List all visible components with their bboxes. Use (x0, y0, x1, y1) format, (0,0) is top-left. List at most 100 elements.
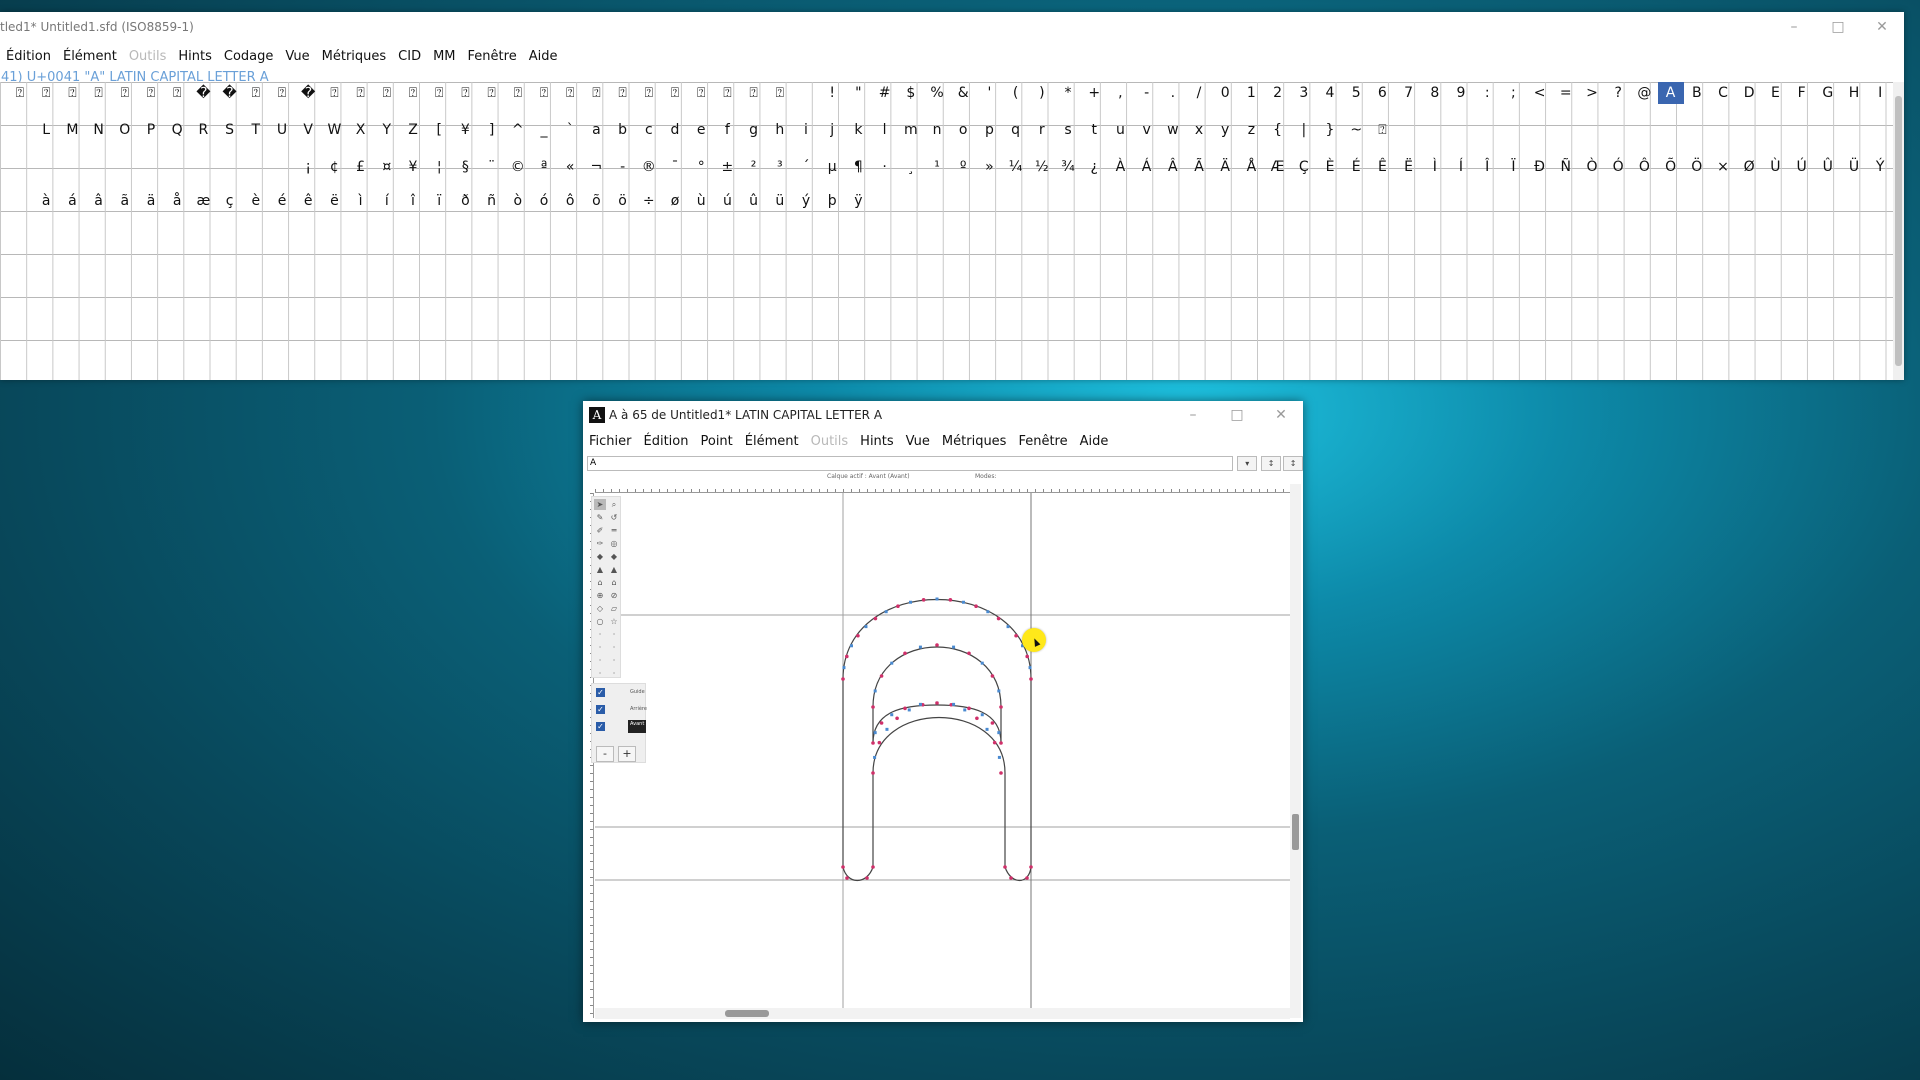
off-curve-point[interactable] (885, 727, 889, 731)
layer-checkbox[interactable]: ✓ (596, 722, 605, 731)
off-curve-point[interactable] (963, 708, 967, 712)
glyph-cell[interactable]: , (1107, 82, 1133, 104)
glyph-cell[interactable]: º (950, 156, 976, 178)
glyph-cell[interactable]: ¯ (662, 156, 688, 178)
glyph-cell[interactable]: Y (374, 119, 400, 141)
scrollbar-thumb[interactable] (1292, 814, 1299, 850)
on-curve-point[interactable] (1029, 865, 1033, 869)
layer-checkbox[interactable]: ✓ (596, 688, 605, 697)
glyph-cell[interactable]: ¬ (583, 156, 609, 178)
glyph-cell[interactable]: Ë (1396, 156, 1422, 178)
on-curve-point[interactable] (871, 771, 875, 775)
glyph-cell[interactable]: Ç (1291, 156, 1317, 178)
on-curve-point[interactable] (903, 651, 907, 656)
glyph-cell[interactable]: ⍰ (348, 82, 374, 104)
glyph-cell[interactable]: 1 (1238, 82, 1264, 104)
off-curve-point[interactable] (918, 645, 922, 649)
glyph-cell[interactable]: u (1107, 119, 1133, 141)
on-curve-point[interactable] (967, 651, 971, 656)
glyph-canvas[interactable] (595, 493, 1290, 1013)
glyph-cell[interactable]: ý (793, 190, 819, 212)
glyph-cell[interactable]: h (767, 119, 793, 141)
on-curve-point[interactable] (871, 741, 875, 745)
fv-menu-9[interactable]: Fenêtre (462, 49, 523, 64)
glyph-cell[interactable]: ¦ (426, 156, 452, 178)
glyph-cell[interactable]: ÿ (845, 190, 871, 212)
close-button[interactable]: ✕ (1259, 407, 1303, 423)
glyph-cell[interactable]: z (1238, 119, 1264, 141)
spiro-icon[interactable]: ✑ (594, 538, 606, 549)
glyph-cell[interactable]: Ô (1631, 156, 1657, 178)
glyph-cell[interactable]: ñ (479, 190, 505, 212)
glyph-cell[interactable]: õ (583, 190, 609, 212)
glyph-cell[interactable]: å (164, 190, 190, 212)
glyph-cell[interactable]: Ý (1867, 156, 1893, 178)
ruler-icon[interactable]: ═ (608, 525, 620, 536)
glyph-cell[interactable]: ⍰ (662, 82, 688, 104)
glyph-cell[interactable]: w (1160, 119, 1186, 141)
glyph-cell[interactable]: _ (531, 119, 557, 141)
glyph-cell[interactable]: X (348, 119, 374, 141)
glyph-cell[interactable]: Ò (1579, 156, 1605, 178)
scrollbar-thumb[interactable] (1895, 96, 1902, 366)
glyph-cell[interactable]: ⍰ (33, 82, 59, 104)
glyph-cell[interactable]: Ü (1841, 156, 1867, 178)
layer-background[interactable]: ✓ Arrière (596, 703, 647, 717)
glyph-cell[interactable]: ï (426, 190, 452, 212)
glyph-cell[interactable]: - (1134, 82, 1160, 104)
glyph-cell[interactable]: 8 (1422, 82, 1448, 104)
glyph-cell[interactable]: ¥ (452, 119, 478, 141)
glyph-cell[interactable]: G (1815, 82, 1841, 104)
on-curve-point[interactable] (992, 740, 997, 745)
glyph-cell[interactable]: E (1762, 82, 1788, 104)
glyph-cell[interactable]: Ì (1422, 156, 1448, 178)
knife-icon[interactable]: ⌂ (594, 577, 606, 588)
glyph-cell[interactable]: ü (767, 190, 793, 212)
glyph-cell[interactable]: ⍰ (7, 82, 33, 104)
off-curve-point[interactable] (873, 755, 877, 759)
glyph-cell[interactable]: $ (898, 82, 924, 104)
minimize-button[interactable]: – (1772, 19, 1816, 35)
off-curve-point[interactable] (952, 645, 956, 649)
pointer-icon[interactable]: ➤ (594, 499, 606, 510)
on-curve-point[interactable] (996, 616, 1001, 621)
glyph-cell[interactable]: l (872, 119, 898, 141)
on-curve-point[interactable] (1025, 654, 1029, 659)
glyph-cell[interactable]: m (898, 119, 924, 141)
off-curve-point[interactable] (907, 708, 911, 712)
glyph-cell[interactable]: ⍰ (321, 82, 347, 104)
glyph-cell[interactable]: b (610, 119, 636, 141)
layer-foreground[interactable]: ✓ Avant (596, 720, 647, 734)
on-curve-point[interactable] (841, 865, 845, 869)
glyph-cell[interactable]: Ù (1762, 156, 1788, 178)
glyph-cell[interactable]: ì (348, 190, 374, 212)
glyph-cell[interactable]: ð (452, 190, 478, 212)
glyph-cell[interactable]: ¤ (374, 156, 400, 178)
star-icon[interactable]: ☆ (608, 616, 620, 627)
glyph-cell[interactable]: i (793, 119, 819, 141)
skew-icon[interactable]: ▱ (608, 603, 620, 614)
glyph-cell[interactable]: ⍰ (138, 82, 164, 104)
glyph-cell[interactable]: ¼ (1003, 156, 1029, 178)
fv-menu-3[interactable]: Hints (172, 49, 218, 64)
glyph-cell[interactable]: ² (741, 156, 767, 178)
glyph-cell[interactable]: ½ (1029, 156, 1055, 178)
glyph-cell[interactable]: ⍰ (610, 82, 636, 104)
glyph-cell[interactable]: ç (217, 190, 243, 212)
glyph-cell[interactable]: @ (1631, 82, 1657, 104)
glyph-cell[interactable]: ó (531, 190, 557, 212)
glyph-cell[interactable]: ¢ (321, 156, 347, 178)
glyph-cell[interactable]: ] (479, 119, 505, 141)
off-curve-point[interactable] (909, 600, 913, 604)
glyph-cell[interactable]: ë (321, 190, 347, 212)
glyph-cell[interactable]: ⍰ (636, 82, 662, 104)
glyph-cell[interactable]: ¹ (924, 156, 950, 178)
glyph-cell[interactable]: ⍰ (688, 82, 714, 104)
glyph-cell[interactable]: µ (819, 156, 845, 178)
glyph-cell[interactable]: U (269, 119, 295, 141)
fv-menu-6[interactable]: Métriques (316, 49, 393, 64)
glyph-cell[interactable]: 4 (1317, 82, 1343, 104)
glyph-cell[interactable]: ⍰ (583, 82, 609, 104)
glyph-cell[interactable]: ô (557, 190, 583, 212)
fv-menu-10[interactable]: Aide (523, 49, 564, 64)
